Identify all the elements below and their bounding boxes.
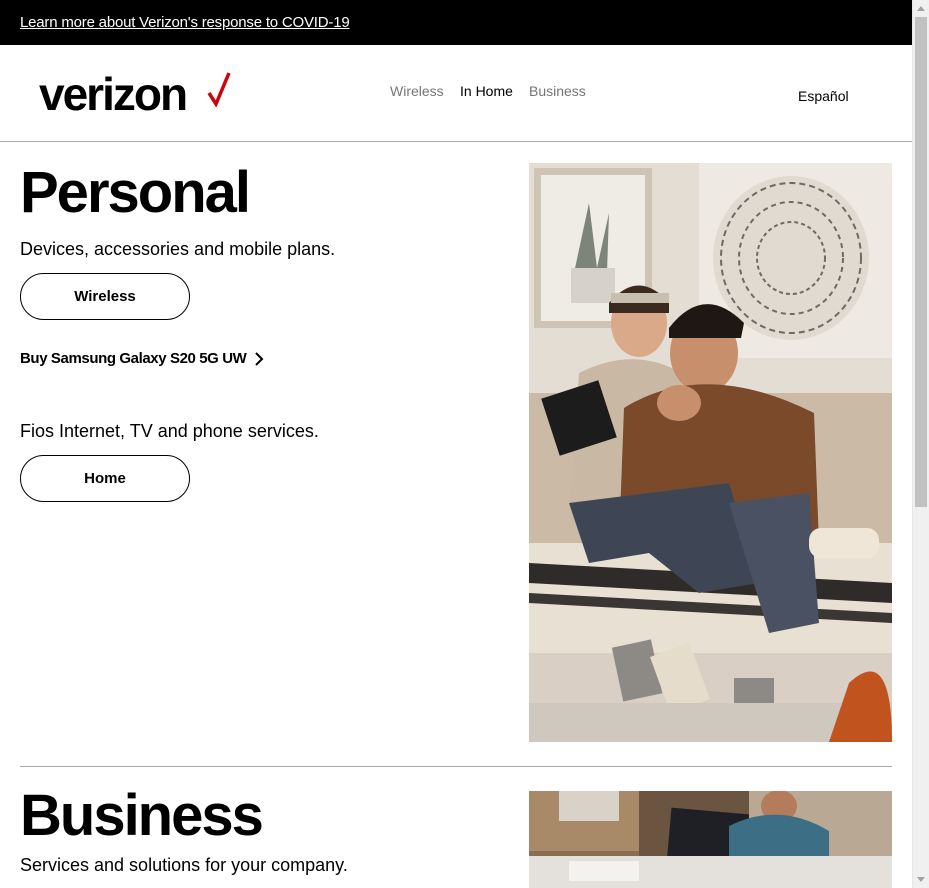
nav-wireless[interactable]: Wireless xyxy=(390,83,444,99)
scroll-down-icon[interactable] xyxy=(913,871,929,888)
couple-on-couch-photo xyxy=(529,163,892,742)
samsung-promo-link[interactable]: Buy Samsung Galaxy S20 5G UW xyxy=(20,350,264,367)
promo-link-label: Buy Samsung Galaxy S20 5G UW xyxy=(20,350,247,367)
wireless-button[interactable]: Wireless xyxy=(20,273,190,320)
covid-banner: Learn more about Verizon's response to C… xyxy=(0,0,912,45)
office-photo xyxy=(529,791,892,888)
scrollbar-thumb[interactable] xyxy=(915,17,927,507)
home-button[interactable]: Home xyxy=(20,455,190,502)
chevron-right-icon xyxy=(255,351,264,366)
covid-response-link[interactable]: Learn more about Verizon's response to C… xyxy=(20,14,350,31)
nav-business[interactable]: Business xyxy=(529,83,586,99)
business-heading: Business xyxy=(20,783,264,848)
nav-in-home[interactable]: In Home xyxy=(460,83,513,99)
verizon-logo[interactable]: verizon xyxy=(39,69,188,119)
personal-heading: Personal xyxy=(20,160,251,225)
language-espanol-link[interactable]: Español xyxy=(798,88,849,104)
business-description: Services and solutions for your company. xyxy=(20,855,348,875)
checkmark-icon xyxy=(207,72,231,107)
section-divider xyxy=(20,766,892,767)
scroll-up-icon[interactable] xyxy=(913,0,929,17)
vertical-scrollbar[interactable] xyxy=(912,0,929,888)
site-header: verizon Wireless In Home Business Españo… xyxy=(0,45,912,142)
wireless-description: Devices, accessories and mobile plans. xyxy=(20,239,336,259)
fios-description: Fios Internet, TV and phone services. xyxy=(20,421,319,441)
